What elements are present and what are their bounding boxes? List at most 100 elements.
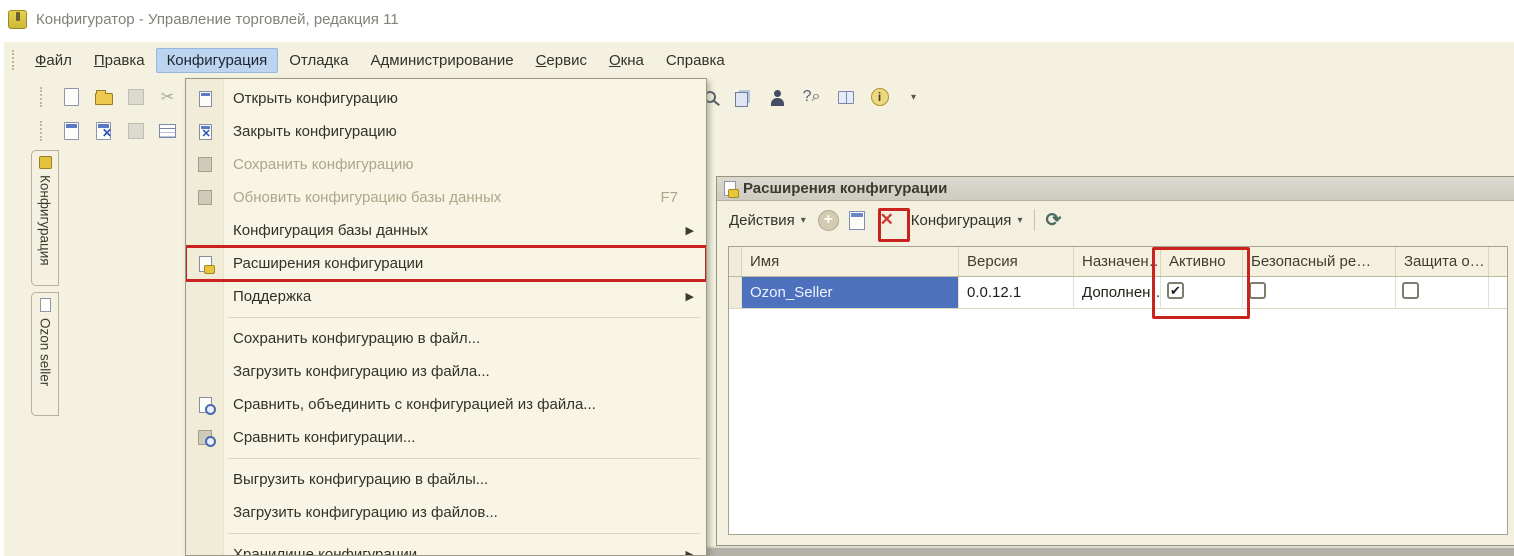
active-checkbox[interactable]: ✔ xyxy=(1167,282,1184,299)
actions-menu-button[interactable]: Действия ▾ xyxy=(727,208,808,233)
toolbar-grip xyxy=(40,121,44,141)
menu-separator xyxy=(228,317,700,318)
menu-item-load-from-file[interactable]: Загрузить конфигурацию из файла... xyxy=(186,355,706,388)
new-document-button[interactable] xyxy=(59,85,84,110)
menu-item-save-configuration[interactable]: Сохранить конфигурацию xyxy=(186,148,706,181)
close-configuration-icon xyxy=(199,124,212,140)
close-configuration-button[interactable] xyxy=(91,119,116,144)
configurator-window: Конфигуратор - Управление торговлей, ред… xyxy=(0,0,1514,556)
sidebar-tab-configuration[interactable]: Конфигурация xyxy=(31,150,59,286)
about-button[interactable]: i xyxy=(867,85,892,110)
copy-layers-button[interactable] xyxy=(731,85,756,110)
ozon-seller-tab-icon xyxy=(40,298,51,312)
column-header-active[interactable]: Активно xyxy=(1161,247,1243,276)
new-document-icon xyxy=(64,88,79,106)
save-configuration-button[interactable] xyxy=(123,119,148,144)
configuration-menu-button[interactable]: Конфигурация ▾ xyxy=(909,208,1025,233)
menu-item-close-configuration[interactable]: Закрыть конфигурацию xyxy=(186,115,706,148)
cell-protection xyxy=(1396,277,1489,308)
toolbar-grip xyxy=(12,50,16,70)
extensions-toolbar: Действия ▾ + ✕ Конфигурация ▾ ⟳ xyxy=(717,201,1514,239)
sidebar-tab-ozon-seller[interactable]: Ozon seller xyxy=(31,292,59,416)
toolbar-overflow-button[interactable]: ▾ xyxy=(901,85,926,110)
submenu-arrow-icon: ▶ xyxy=(686,224,694,237)
add-extension-button[interactable]: + xyxy=(818,210,839,231)
compare-merge-icon xyxy=(199,397,212,413)
menu-configuration[interactable]: Конфигурация xyxy=(156,48,279,73)
help-search-button[interactable]: ?⌕ xyxy=(799,85,824,110)
delete-extension-button[interactable]: ✕ xyxy=(875,210,899,230)
menu-item-save-to-file[interactable]: Сохранить конфигурацию в файл... xyxy=(186,322,706,355)
row-selector-cell[interactable] xyxy=(729,277,742,308)
menu-windows[interactable]: Окна xyxy=(598,48,655,73)
column-header-protection[interactable]: Защита о… xyxy=(1396,247,1489,276)
cut-button[interactable]: ✂ xyxy=(155,85,180,110)
shortcut-f7: F7 xyxy=(660,189,678,206)
chevron-down-icon: ▾ xyxy=(1017,215,1022,226)
table-row[interactable]: Ozon_Seller 0.0.12.1 Дополнен… ✔ xyxy=(729,277,1507,309)
save-icon xyxy=(128,89,144,105)
save-configuration-icon xyxy=(198,157,212,172)
menu-separator xyxy=(228,458,700,459)
column-header-filler xyxy=(1489,247,1507,276)
column-header-name[interactable]: Имя xyxy=(742,247,959,276)
menu-item-load-from-files[interactable]: Загрузить конфигурацию из файлов... xyxy=(186,496,706,529)
open-button[interactable] xyxy=(91,85,116,110)
window-titlebar: Конфигуратор - Управление торговлей, ред… xyxy=(8,6,399,32)
refresh-button[interactable]: ⟳ xyxy=(1045,209,1061,232)
close-configuration-icon xyxy=(96,122,111,140)
cell-filler xyxy=(1489,277,1507,308)
book-icon xyxy=(838,91,854,104)
extensions-icon xyxy=(724,181,736,196)
menu-item-compare-merge-with-file[interactable]: Сравнить, объединить с конфигурацией из … xyxy=(186,388,706,421)
scissors-icon: ✂ xyxy=(161,87,174,107)
protection-checkbox[interactable] xyxy=(1402,282,1419,299)
table-header-row: Имя Версия Назначен… Активно Безопасный … xyxy=(729,247,1507,277)
column-header-version[interactable]: Версия xyxy=(959,247,1074,276)
menu-item-dump-to-files[interactable]: Выгрузить конфигурацию в файлы... xyxy=(186,463,706,496)
toolbar-grip xyxy=(40,87,44,107)
column-header-purpose[interactable]: Назначен… xyxy=(1074,247,1161,276)
menu-debug[interactable]: Отладка xyxy=(278,48,359,73)
help-contents-button[interactable] xyxy=(833,85,858,110)
cell-purpose[interactable]: Дополнен… xyxy=(1074,277,1161,308)
menu-item-db-configuration[interactable]: Конфигурация базы данных ▶ xyxy=(186,214,706,247)
toolbar-configuration xyxy=(40,116,180,146)
configuration-objects-button[interactable] xyxy=(155,119,180,144)
cell-version[interactable]: 0.0.12.1 xyxy=(959,277,1074,308)
menu-help[interactable]: Справка xyxy=(655,48,736,73)
menu-item-configuration-repository[interactable]: Хранилище конфигурации ▶ xyxy=(186,538,706,556)
open-configuration-button[interactable] xyxy=(59,119,84,144)
menu-bar: Файл Правка Конфигурация Отладка Админис… xyxy=(6,45,1514,75)
menu-item-configuration-extensions[interactable]: Расширения конфигурации xyxy=(186,247,706,280)
app-logo-icon xyxy=(8,10,27,29)
configuration-tab-icon xyxy=(39,156,52,169)
row-selector-header xyxy=(729,247,742,276)
safe-mode-checkbox[interactable] xyxy=(1249,282,1266,299)
compare-configurations-icon xyxy=(198,430,212,445)
sidebar-tab-label: Ozon seller xyxy=(38,318,53,386)
menu-file[interactable]: Файл xyxy=(24,48,83,73)
info-icon: i xyxy=(871,88,889,106)
toolbar-tools: ?⌕ i ▾ xyxy=(697,82,926,112)
syntax-assistant-button[interactable] xyxy=(765,85,790,110)
save-button[interactable] xyxy=(123,85,148,110)
menu-administration[interactable]: Администрирование xyxy=(360,48,525,73)
cell-name[interactable]: Ozon_Seller xyxy=(742,277,959,308)
menu-item-compare-configurations[interactable]: Сравнить конфигурации... xyxy=(186,421,706,454)
menu-service[interactable]: Сервис xyxy=(525,48,598,73)
column-header-safe-mode[interactable]: Безопасный ре… xyxy=(1243,247,1396,276)
menu-item-support[interactable]: Поддержка ▶ xyxy=(186,280,706,313)
menu-separator xyxy=(228,533,700,534)
table-grid-icon xyxy=(159,124,176,138)
extensions-icon xyxy=(199,256,212,272)
menu-edit[interactable]: Правка xyxy=(83,48,156,73)
submenu-arrow-icon: ▶ xyxy=(686,548,694,556)
save-configuration-icon xyxy=(128,123,144,139)
copy-icon xyxy=(735,92,748,107)
extensions-table: Имя Версия Назначен… Активно Безопасный … xyxy=(728,246,1508,535)
cell-active: ✔ xyxy=(1161,277,1243,308)
edit-extension-icon[interactable] xyxy=(849,211,865,230)
menu-item-update-db-configuration[interactable]: Обновить конфигурацию базы данных F7 xyxy=(186,181,706,214)
menu-item-open-configuration[interactable]: Открыть конфигурацию xyxy=(186,82,706,115)
